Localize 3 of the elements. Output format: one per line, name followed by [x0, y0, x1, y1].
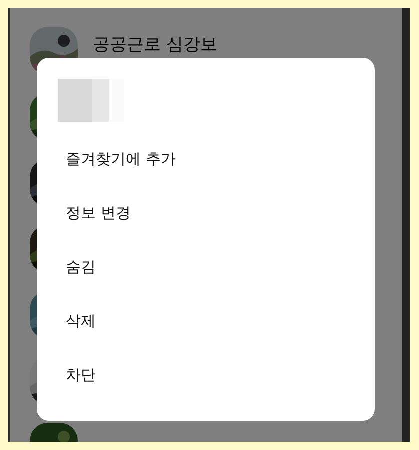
contact-name: 공공근로 심강보 — [93, 36, 218, 54]
menu-item[interactable]: 정보 변경 — [37, 186, 375, 240]
menu-item[interactable]: 즐겨찾기에 추가 — [37, 132, 375, 186]
